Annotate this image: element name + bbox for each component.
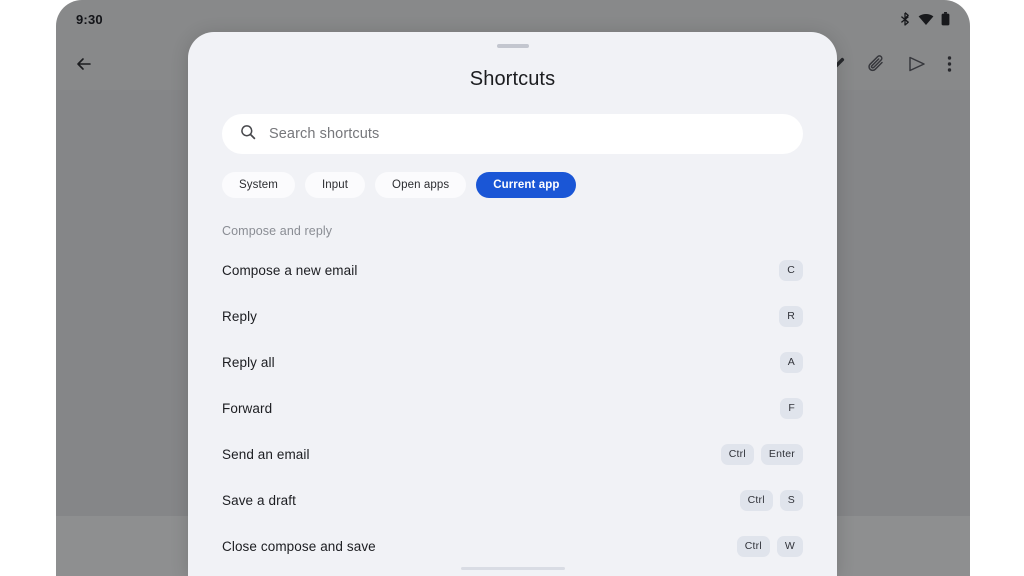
list-item[interactable]: Reply R	[188, 293, 837, 339]
shortcut-label: Send an email	[222, 446, 310, 462]
shortcut-label: Reply	[222, 308, 258, 324]
key-badge: Ctrl	[736, 535, 770, 557]
list-item[interactable]: Save a draft Ctrl S	[188, 477, 837, 523]
shortcut-keys: F	[780, 397, 803, 419]
key-badge: Ctrl	[739, 489, 773, 511]
screenshot-root: 9:30 Shortcuts Search shortcuts System I…	[0, 0, 1024, 576]
shortcut-label: Compose a new email	[222, 262, 358, 278]
list-item[interactable]: Forward F	[188, 385, 837, 431]
chip-open-apps[interactable]: Open apps	[375, 172, 467, 198]
tablet-device-frame: 9:30 Shortcuts Search shortcuts System I…	[56, 0, 970, 576]
key-badge: R	[779, 305, 803, 327]
gesture-nav-pill[interactable]	[460, 567, 565, 570]
key-badge: W	[776, 535, 803, 557]
key-badge: Enter	[760, 443, 803, 465]
search-placeholder: Search shortcuts	[269, 126, 380, 142]
shortcuts-dialog: Shortcuts Search shortcuts System Input …	[188, 32, 837, 576]
shortcut-label: Save a draft	[222, 492, 296, 508]
key-badge: C	[779, 259, 803, 281]
shortcut-label: Reply all	[222, 354, 275, 370]
page-title: Shortcuts	[469, 68, 556, 90]
chip-input[interactable]: Input	[304, 172, 366, 198]
list-item[interactable]: Reply all A	[188, 339, 837, 385]
shortcut-keys: Ctrl Enter	[720, 443, 803, 465]
key-badge: A	[779, 351, 803, 373]
shortcut-keys: C	[779, 259, 803, 281]
chip-system[interactable]: System	[222, 172, 295, 198]
chip-current-app[interactable]: Current app	[476, 172, 577, 198]
drag-handle[interactable]	[496, 44, 529, 48]
list-item[interactable]: Compose a new email C	[188, 247, 837, 293]
shortcut-label: Forward	[222, 400, 273, 416]
shortcut-keys: R	[779, 305, 803, 327]
section-header: Compose and reply	[222, 224, 333, 238]
key-badge: S	[779, 489, 803, 511]
key-badge: F	[780, 397, 803, 419]
filter-chips: System Input Open apps Current app	[222, 172, 837, 198]
shortcut-list: Compose a new email C Reply R Reply all …	[188, 247, 837, 569]
shortcut-keys: Ctrl S	[739, 489, 803, 511]
list-item[interactable]: Send an email Ctrl Enter	[188, 431, 837, 477]
list-item[interactable]: Close compose and save Ctrl W	[188, 523, 837, 569]
shortcut-keys: Ctrl W	[736, 535, 803, 557]
search-input[interactable]: Search shortcuts	[222, 114, 803, 154]
shortcut-keys: A	[779, 351, 803, 373]
search-icon	[240, 124, 256, 145]
key-badge: Ctrl	[720, 443, 754, 465]
shortcut-label: Close compose and save	[222, 538, 376, 554]
